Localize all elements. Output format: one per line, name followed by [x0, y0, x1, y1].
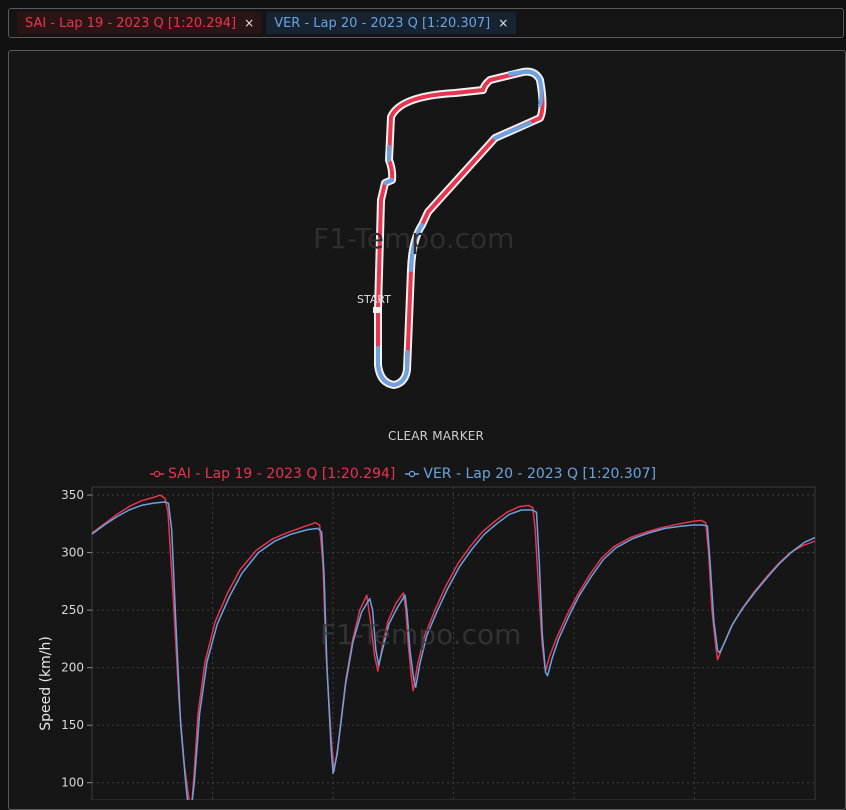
tick-label-y: 250: [61, 603, 84, 617]
start-marker: [373, 307, 381, 313]
tick-label-y: 200: [61, 661, 84, 675]
legend-item-ver[interactable]: VER - Lap 20 - 2023 Q [1:20.307]: [405, 466, 656, 482]
series-line-ver[interactable]: [91, 501, 816, 800]
legend-line-marker-icon: [150, 470, 164, 478]
tick-label-y: 100: [61, 776, 84, 790]
tick-label-y: 300: [61, 546, 84, 560]
track-ver-segment: [383, 178, 394, 185]
track-ver-segment: [493, 121, 532, 140]
start-label: START: [357, 293, 391, 306]
chart-legend: SAI - Lap 19 - 2023 Q [1:20.294] VER - L…: [150, 466, 656, 482]
watermark-track: F1-Tempo.com: [313, 222, 514, 255]
clear-marker-button[interactable]: CLEAR MARKER: [388, 429, 484, 443]
legend-item-sai[interactable]: SAI - Lap 19 - 2023 Q [1:20.294]: [150, 466, 395, 482]
tick-label-y: 350: [61, 488, 84, 502]
legend-line-marker-icon: [405, 470, 420, 478]
legend-label: SAI - Lap 19 - 2023 Q [1:20.294]: [168, 466, 396, 482]
track-ver-segment: [376, 346, 409, 387]
watermark-chart: F1-Tempo.com: [320, 618, 521, 651]
tick-label-y: 150: [61, 718, 84, 732]
drawing-surface: START F1-Tempo.com 100 150 200 250 300 350 Spe…: [38, 67, 816, 800]
legend-label: VER - Lap 20 - 2023 Q [1:20.307]: [423, 466, 657, 482]
axis-label-y: Speed (km/h): [38, 636, 54, 731]
speed-chart[interactable]: 100 150 200 250 300 350 Speed (km/h) F1-Tempo.c…: [38, 486, 816, 800]
